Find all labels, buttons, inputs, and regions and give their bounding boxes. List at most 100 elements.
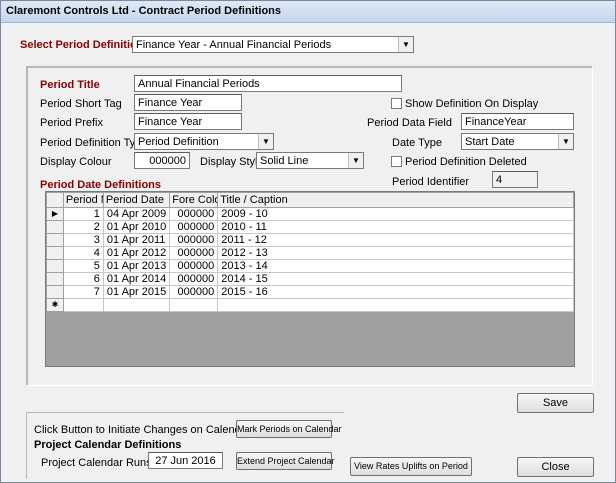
display-colour-input[interactable]: 000000 (134, 152, 190, 169)
fore-colour-cell[interactable]: 000000 (169, 259, 219, 273)
new-row[interactable]: ✱ (46, 298, 574, 312)
def-type-label: Period Definition Type (40, 137, 148, 149)
title-caption-cell[interactable]: 2009 - 10 (217, 207, 574, 221)
extend-calendar-button[interactable]: Extend Project Calendar (236, 452, 335, 470)
fore-colour-cell[interactable]: 000000 (169, 233, 219, 247)
grid-title: Period Date Definitions (40, 179, 162, 191)
close-button[interactable]: Close (517, 457, 594, 477)
title-caption-cell[interactable]: 2012 - 13 (217, 246, 574, 260)
row-selector[interactable] (46, 233, 64, 247)
period-number-cell[interactable]: 2 (62, 220, 104, 234)
period-title-input[interactable]: Annual Financial Periods (134, 75, 402, 92)
period-date-cell[interactable]: 01 Apr 2015 (102, 285, 171, 299)
chevron-down-icon[interactable]: ▼ (348, 153, 363, 168)
fore-colour-cell[interactable]: 000000 (169, 285, 219, 299)
table-row[interactable]: 2 01 Apr 2010 000000 2010 - 11 (46, 220, 574, 234)
row-selector[interactable] (46, 246, 64, 260)
period-date-cell[interactable]: 01 Apr 2013 (102, 259, 171, 273)
data-field-input[interactable]: FinanceYear (461, 113, 574, 130)
prefix-label: Period Prefix (40, 117, 103, 129)
period-date-cell[interactable]: 04 Apr 2009 (102, 207, 171, 221)
row-selector[interactable] (46, 285, 64, 299)
period-number-cell[interactable]: 1 (62, 207, 104, 221)
main-window: Claremont Controls Ltd - Contract Period… (0, 0, 616, 483)
def-type-dropdown[interactable]: Period Definition ▼ (134, 133, 274, 150)
short-tag-input[interactable]: Finance Year (134, 94, 242, 111)
title-caption-cell[interactable]: 2014 - 15 (217, 272, 574, 286)
select-period-value: Finance Year - Annual Financial Periods (136, 39, 332, 51)
def-type-value: Period Definition (138, 136, 219, 148)
date-type-dropdown[interactable]: Start Date ▼ (461, 133, 574, 150)
select-period-label: Select Period Definition (20, 39, 144, 51)
table-row[interactable]: 3 01 Apr 2011 000000 2011 - 12 (46, 233, 574, 247)
calendar-section-title: Project Calendar Definitions (34, 439, 182, 451)
chevron-down-icon[interactable]: ▼ (258, 134, 273, 149)
chevron-down-icon[interactable]: ▼ (398, 37, 413, 52)
display-style-dropdown[interactable]: Solid Line ▼ (256, 152, 364, 169)
table-row[interactable]: 5 01 Apr 2013 000000 2013 - 14 (46, 259, 574, 273)
period-date-cell[interactable]: 01 Apr 2010 (102, 220, 171, 234)
identifier-label: Period Identifier (392, 176, 470, 188)
initiate-label: Click Button to Initiate Changes on Cale… (34, 424, 254, 436)
data-field-label: Period Data Field (367, 117, 452, 129)
title-caption-cell[interactable]: 2010 - 11 (217, 220, 574, 234)
new-row-selector[interactable]: ✱ (46, 298, 64, 312)
display-style-label: Display Style (200, 156, 264, 168)
row-selector-header (46, 192, 64, 208)
period-number-cell[interactable]: 6 (62, 272, 104, 286)
deleted-checkbox[interactable] (391, 156, 402, 167)
new-row-cell[interactable] (102, 298, 171, 312)
select-period-dropdown[interactable]: Finance Year - Annual Financial Periods … (132, 36, 414, 53)
period-number-cell[interactable]: 3 (62, 233, 104, 247)
new-row-cell[interactable] (169, 298, 219, 312)
table-row[interactable]: 7 01 Apr 2015 000000 2015 - 16 (46, 285, 574, 299)
period-dates-grid[interactable]: Period Nu Period Date Fore Colour Title … (45, 191, 575, 367)
window-title: Claremont Controls Ltd - Contract Period… (6, 5, 282, 17)
column-header-fore-colour[interactable]: Fore Colour (169, 192, 219, 208)
title-caption-cell[interactable]: 2013 - 14 (217, 259, 574, 273)
mark-periods-button[interactable]: Mark Periods on Calendar (236, 420, 342, 438)
short-tag-label: Period Short Tag (40, 98, 122, 110)
table-row[interactable]: ▶ 1 04 Apr 2009 000000 2009 - 10 (46, 207, 574, 221)
period-number-cell[interactable]: 7 (62, 285, 104, 299)
fore-colour-cell[interactable]: 000000 (169, 246, 219, 260)
column-header-period-number[interactable]: Period Nu (62, 192, 104, 208)
title-caption-cell[interactable]: 2015 - 16 (217, 285, 574, 299)
fore-colour-cell[interactable]: 000000 (169, 220, 219, 234)
column-header-title-caption[interactable]: Title / Caption (217, 192, 574, 208)
period-date-cell[interactable]: 01 Apr 2012 (102, 246, 171, 260)
period-dates-table: Period Nu Period Date Fore Colour Title … (46, 192, 574, 312)
title-bar: Claremont Controls Ltd - Contract Period… (1, 1, 615, 23)
date-type-label: Date Type (392, 137, 442, 149)
period-number-cell[interactable]: 4 (62, 246, 104, 260)
period-title-label: Period Title (40, 79, 100, 91)
period-date-cell[interactable]: 01 Apr 2014 (102, 272, 171, 286)
chevron-down-icon[interactable]: ▼ (558, 134, 573, 149)
new-row-cell[interactable] (217, 298, 574, 312)
prefix-input[interactable]: Finance Year (134, 113, 242, 130)
new-row-cell[interactable] (62, 298, 104, 312)
column-header-period-date[interactable]: Period Date (102, 192, 171, 208)
fore-colour-cell[interactable]: 000000 (169, 207, 219, 221)
show-on-display-checkbox[interactable] (391, 98, 402, 109)
deleted-label: Period Definition Deleted (405, 156, 527, 168)
row-selector[interactable] (46, 220, 64, 234)
identifier-field: 4 (492, 171, 538, 188)
fore-colour-cell[interactable]: 000000 (169, 272, 219, 286)
runs-to-date[interactable]: 27 Jun 2016 (148, 452, 223, 469)
save-button[interactable]: Save (517, 393, 594, 413)
date-type-value: Start Date (465, 136, 515, 148)
display-colour-label: Display Colour (40, 156, 112, 168)
view-rates-button[interactable]: View Rates Uplifts on Period (350, 457, 472, 476)
grid-header-row: Period Nu Period Date Fore Colour Title … (46, 192, 574, 208)
table-row[interactable]: 4 01 Apr 2012 000000 2012 - 13 (46, 246, 574, 260)
show-on-display-label: Show Definition On Display (405, 98, 539, 110)
row-selector[interactable] (46, 259, 64, 273)
period-number-cell[interactable]: 5 (62, 259, 104, 273)
table-row[interactable]: 6 01 Apr 2014 000000 2014 - 15 (46, 272, 574, 286)
row-selector[interactable]: ▶ (46, 207, 64, 221)
display-style-value: Solid Line (260, 155, 309, 167)
period-date-cell[interactable]: 01 Apr 2011 (102, 233, 171, 247)
title-caption-cell[interactable]: 2011 - 12 (217, 233, 574, 247)
row-selector[interactable] (46, 272, 64, 286)
